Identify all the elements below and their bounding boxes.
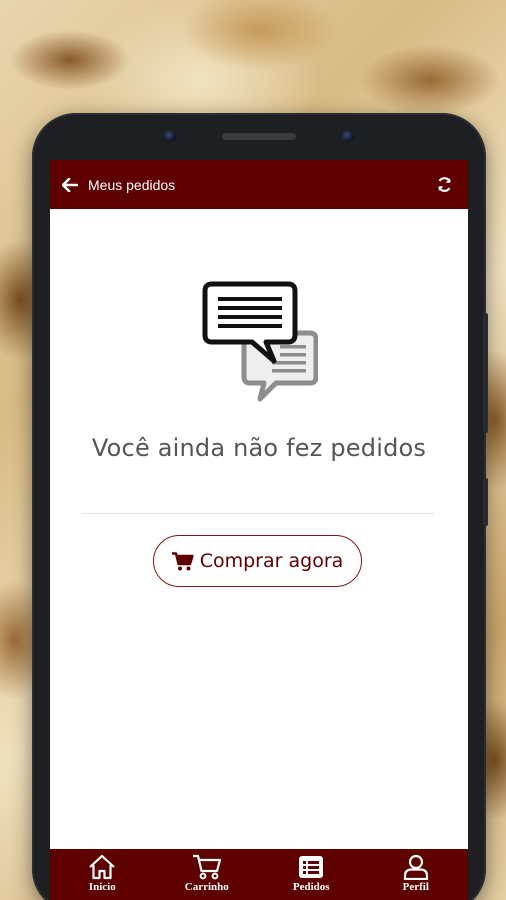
back-button[interactable] [62, 175, 82, 195]
buy-now-label: Comprar agora [199, 550, 344, 572]
home-icon [89, 854, 115, 880]
tab-label-inicio: Início [88, 881, 116, 893]
phone-sensor [164, 130, 176, 142]
cart-icon [171, 551, 194, 570]
tab-pedidos[interactable]: Pedidos [271, 854, 351, 893]
list-icon [299, 856, 324, 878]
tab-label-pedidos: Pedidos [292, 881, 330, 893]
bottom-tab-bar: Início Carrinho Pedidos Perfil [50, 849, 468, 900]
phone-power-button [483, 478, 488, 526]
tab-carrinho[interactable]: Carrinho [167, 854, 247, 893]
tab-label-carrinho: Carrinho [184, 881, 229, 893]
refresh-button[interactable] [434, 175, 454, 195]
refresh-icon [437, 177, 451, 192]
phone-camera [342, 130, 354, 142]
chat-bubbles-icon [202, 281, 318, 402]
page-title: Meus pedidos [88, 176, 176, 193]
empty-message: Você ainda não fez pedidos [91, 434, 427, 462]
tab-label-perfil: Perfil [402, 881, 429, 893]
cart-icon [192, 854, 221, 880]
user-icon [403, 854, 428, 880]
divider [82, 513, 434, 514]
tab-inicio[interactable]: Início [62, 854, 142, 893]
arrow-left-icon [62, 177, 78, 192]
empty-state: Você ainda não fez pedidos Comprar agora [50, 209, 468, 849]
phone-speaker [222, 133, 296, 140]
buy-now-button[interactable]: Comprar agora [153, 535, 362, 587]
app-screen: Meus pedidos Você ainda não fez pedidos … [50, 160, 468, 900]
phone-volume-button [483, 313, 488, 433]
app-bar: Meus pedidos [50, 160, 468, 209]
tab-perfil[interactable]: Perfil [376, 854, 456, 893]
